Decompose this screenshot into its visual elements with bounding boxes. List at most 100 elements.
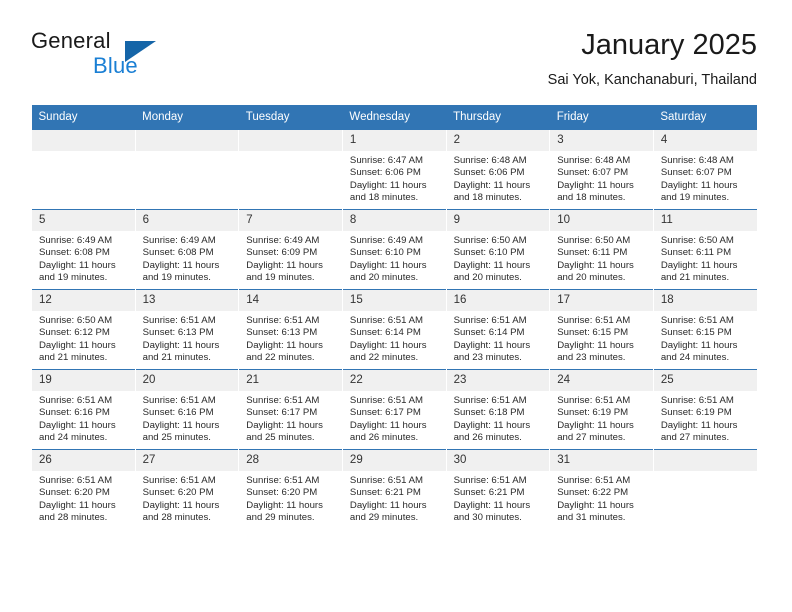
sunset-text: Sunset: 6:07 PM (557, 167, 629, 179)
day-details: Sunrise: 6:48 AM Sunset: 6:06 PM Daylight:… (447, 151, 550, 205)
sunrise-text: Sunrise: 6:51 AM (39, 475, 113, 486)
calendar-day-cell[interactable]: 14 Sunrise: 6:51 AM Sunset: 6:13 PM Dayligh… (238, 289, 343, 370)
daylight-text-line2: and 22 minutes. (246, 352, 315, 364)
weekday-header-monday: Monday (135, 105, 239, 130)
calendar-day-cell[interactable]: 6 Sunrise: 6:49 AM Sunset: 6:08 PM Daylight… (134, 209, 239, 290)
day-details: Sunrise: 6:51 AM Sunset: 6:16 PM Daylight:… (136, 391, 239, 445)
day-details: Sunrise: 6:51 AM Sunset: 6:21 PM Daylight:… (447, 471, 550, 525)
weekday-header-thursday: Thursday (446, 105, 550, 130)
calendar-day-cell[interactable]: 8 Sunrise: 6:49 AM Sunset: 6:10 PM Daylight… (341, 209, 447, 290)
day-number: 10 (550, 210, 653, 231)
calendar-header-row: Sunday Monday Tuesday Wednesday Thursday Frid… (31, 105, 757, 130)
calendar-day-cell[interactable]: 7 Sunrise: 6:49 AM Sunset: 6:09 PM Daylight… (238, 209, 343, 290)
daylight-text-line1: Daylight: 11 hours (349, 419, 427, 431)
calendar-day-cell[interactable]: 5 Sunrise: 6:49 AM Sunset: 6:08 PM Daylight… (31, 209, 136, 290)
daylight-text-line2: and 25 minutes. (142, 432, 211, 444)
weekday-header-row: Sunday Monday Tuesday Wednesday Thursday Frid… (31, 105, 757, 130)
calendar-day-cell[interactable]: 31 Sunrise: 6:51 AM Sunset: 6:22 PM Dayligh… (549, 449, 654, 529)
daylight-text-line1: Daylight: 11 hours (142, 259, 220, 271)
calendar-day-cell[interactable]: 4 Sunrise: 6:48 AM Sunset: 6:07 PM Daylight… (652, 129, 757, 210)
calendar-grid: Sunday Monday Tuesday Wednesday Thursday Frid… (31, 105, 757, 529)
day-number: 26 (32, 450, 135, 471)
daylight-text-line2: and 21 minutes. (39, 352, 108, 364)
calendar-week-row: 19 Sunrise: 6:51 AM Sunset: 6:16 PM Dayligh… (31, 369, 757, 450)
calendar-day-cell[interactable]: 23 Sunrise: 6:51 AM Sunset: 6:18 PM Dayligh… (445, 369, 550, 450)
sunrise-text: Sunrise: 6:51 AM (453, 475, 527, 486)
daylight-text-line1: Daylight: 11 hours (453, 179, 531, 191)
day-details: Sunrise: 6:51 AM Sunset: 6:13 PM Daylight:… (239, 311, 342, 365)
calendar-day-cell[interactable]: 19 Sunrise: 6:51 AM Sunset: 6:16 PM Dayligh… (31, 369, 136, 450)
daylight-text-line2: and 22 minutes. (349, 352, 419, 364)
calendar-day-cell[interactable]: 9 Sunrise: 6:50 AM Sunset: 6:10 PM Daylight… (445, 209, 550, 290)
sunrise-text: Sunrise: 6:51 AM (557, 315, 631, 326)
page-header: General Blue January 2025 Sai Yok, Kanch… (31, 28, 757, 98)
day-details: Sunrise: 6:51 AM Sunset: 6:17 PM Daylight:… (343, 391, 446, 445)
daylight-text-line2: and 25 minutes. (246, 432, 315, 444)
sunset-text: Sunset: 6:13 PM (246, 327, 318, 339)
day-number: 16 (446, 290, 550, 311)
daylight-text-line2: and 26 minutes. (453, 432, 522, 444)
calendar-day-cell[interactable]: 26 Sunrise: 6:51 AM Sunset: 6:20 PM Dayligh… (31, 449, 136, 529)
day-number: 12 (32, 290, 135, 311)
calendar-day-cell[interactable]: 13 Sunrise: 6:51 AM Sunset: 6:13 PM Dayligh… (134, 289, 239, 370)
calendar-day-cell[interactable]: 11 Sunrise: 6:50 AM Sunset: 6:11 PM Dayligh… (652, 209, 757, 290)
brand-name-general: General (31, 28, 111, 53)
sunset-text: Sunset: 6:06 PM (349, 167, 421, 179)
sunrise-text: Sunrise: 6:51 AM (246, 475, 320, 486)
calendar-day-cell[interactable]: 10 Sunrise: 6:50 AM Sunset: 6:11 PM Dayligh… (549, 209, 654, 290)
daylight-text-line1: Daylight: 11 hours (660, 259, 738, 271)
daylight-text-line1: Daylight: 11 hours (349, 179, 427, 191)
day-number: 7 (239, 210, 342, 231)
daylight-text-line2: and 19 minutes. (142, 272, 211, 284)
sunrise-text: Sunrise: 6:51 AM (39, 395, 113, 406)
daylight-text-line1: Daylight: 11 hours (142, 339, 220, 351)
day-number: 3 (550, 130, 653, 151)
day-number: 22 (342, 370, 446, 391)
sunrise-text: Sunrise: 6:49 AM (349, 235, 423, 246)
daylight-text-line2: and 24 minutes. (660, 352, 730, 364)
calendar-day-cell[interactable]: 2 Sunrise: 6:48 AM Sunset: 6:06 PM Daylight… (445, 129, 550, 210)
calendar-week-row: 26 Sunrise: 6:51 AM Sunset: 6:20 PM Dayligh… (31, 449, 757, 529)
day-details: Sunrise: 6:51 AM Sunset: 6:14 PM Daylight:… (447, 311, 550, 365)
daylight-text-line2: and 29 minutes. (246, 512, 315, 524)
sunrise-text: Sunrise: 6:51 AM (142, 475, 216, 486)
daylight-text-line2: and 19 minutes. (246, 272, 315, 284)
calendar-day-cell[interactable]: 1 Sunrise: 6:47 AM Sunset: 6:06 PM Daylight… (341, 129, 447, 210)
sunrise-text: Sunrise: 6:51 AM (557, 395, 631, 406)
day-number (135, 130, 239, 151)
daylight-text-line2: and 20 minutes. (453, 272, 522, 284)
calendar-day-cell[interactable]: 20 Sunrise: 6:51 AM Sunset: 6:16 PM Dayligh… (134, 369, 239, 450)
calendar-day-cell[interactable]: 24 Sunrise: 6:51 AM Sunset: 6:19 PM Dayligh… (549, 369, 654, 450)
calendar-day-cell[interactable]: 28 Sunrise: 6:51 AM Sunset: 6:20 PM Dayligh… (238, 449, 343, 529)
daylight-text-line2: and 27 minutes. (557, 432, 626, 444)
daylight-text-line2: and 28 minutes. (142, 512, 211, 524)
daylight-text-line2: and 24 minutes. (39, 432, 108, 444)
day-number (239, 130, 342, 151)
calendar-day-cell[interactable]: 17 Sunrise: 6:51 AM Sunset: 6:15 PM Dayligh… (549, 289, 654, 370)
day-number: 18 (653, 290, 757, 311)
calendar-day-cell[interactable]: 21 Sunrise: 6:51 AM Sunset: 6:17 PM Dayligh… (238, 369, 343, 450)
daylight-text-line2: and 30 minutes. (453, 512, 522, 524)
daylight-text-line2: and 23 minutes. (453, 352, 522, 364)
day-details: Sunrise: 6:49 AM Sunset: 6:10 PM Daylight:… (343, 231, 446, 285)
sunset-text: Sunset: 6:15 PM (557, 327, 629, 339)
day-number: 1 (342, 130, 446, 151)
calendar-day-cell[interactable]: 30 Sunrise: 6:51 AM Sunset: 6:21 PM Dayligh… (445, 449, 550, 529)
daylight-text-line1: Daylight: 11 hours (39, 259, 116, 271)
calendar-week-row: 1 Sunrise: 6:47 AM Sunset: 6:06 PM Daylight… (31, 129, 757, 210)
calendar-day-cell[interactable]: 27 Sunrise: 6:51 AM Sunset: 6:20 PM Dayligh… (134, 449, 239, 529)
daylight-text-line1: Daylight: 11 hours (349, 259, 427, 271)
calendar-day-cell[interactable]: 3 Sunrise: 6:48 AM Sunset: 6:07 PM Daylight… (549, 129, 654, 210)
calendar-day-cell[interactable]: 12 Sunrise: 6:50 AM Sunset: 6:12 PM Dayligh… (31, 289, 136, 370)
sunset-text: Sunset: 6:10 PM (453, 247, 525, 259)
sunset-text: Sunset: 6:14 PM (453, 327, 525, 339)
day-details: Sunrise: 6:51 AM Sunset: 6:15 PM Daylight:… (550, 311, 653, 365)
calendar-day-cell[interactable]: 29 Sunrise: 6:51 AM Sunset: 6:21 PM Dayligh… (341, 449, 447, 529)
calendar-day-cell[interactable]: 22 Sunrise: 6:51 AM Sunset: 6:17 PM Dayligh… (341, 369, 447, 450)
calendar-day-cell[interactable]: 18 Sunrise: 6:51 AM Sunset: 6:15 PM Dayligh… (652, 289, 757, 370)
calendar-day-cell[interactable]: 15 Sunrise: 6:51 AM Sunset: 6:14 PM Dayligh… (341, 289, 447, 370)
daylight-text-line1: Daylight: 11 hours (39, 499, 116, 511)
calendar-day-cell[interactable]: 16 Sunrise: 6:51 AM Sunset: 6:14 PM Dayligh… (445, 289, 550, 370)
calendar-day-cell[interactable]: 25 Sunrise: 6:51 AM Sunset: 6:19 PM Dayligh… (652, 369, 757, 450)
calendar-body: 1 Sunrise: 6:47 AM Sunset: 6:06 PM Daylight… (31, 129, 757, 529)
